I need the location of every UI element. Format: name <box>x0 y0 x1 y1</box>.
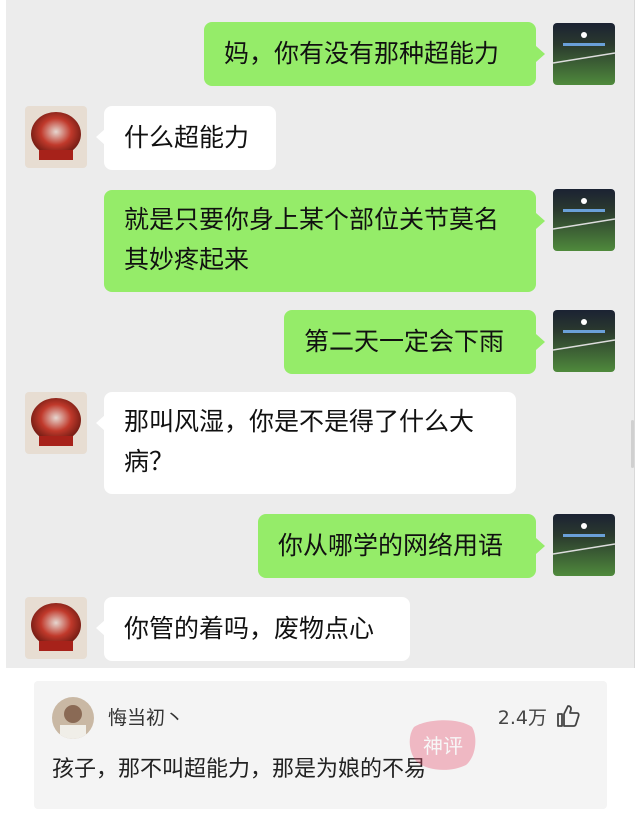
chat-bubble-received: 你管的着吗，废物点心 <box>104 597 410 661</box>
field-photo-icon <box>553 310 615 372</box>
message-text: 妈，你有没有那种超能力 <box>224 39 500 68</box>
comment-text: 孩子，那不叫超能力，那是为娘的不易 <box>52 757 427 782</box>
field-photo-icon <box>553 23 615 85</box>
watermark-text: 神评 <box>423 734 463 758</box>
like-count: 2.4万 <box>497 707 547 729</box>
chat-bubble-sent: 你从哪学的网络用语 <box>258 514 536 578</box>
comment-card: 悔当初丶 2.4万 孩子，那不叫超能力，那是为娘的不易 神评 <box>34 681 607 809</box>
chat-area: 妈，你有没有那种超能力 什么超能力 就是只要你身上某个部位关节莫名其妙疼起来 第… <box>6 0 635 668</box>
jar-photo-icon <box>25 106 87 168</box>
field-photo-icon <box>553 189 615 251</box>
field-photo-icon <box>553 514 615 576</box>
chat-bubble-sent: 就是只要你身上某个部位关节莫名其妙疼起来 <box>104 190 536 292</box>
avatar-other[interactable] <box>25 597 87 659</box>
message-text: 什么超能力 <box>124 123 250 152</box>
chat-bubble-sent: 第二天一定会下雨 <box>284 310 536 374</box>
avatar-other[interactable] <box>25 392 87 454</box>
watermark-stamp: 神评 <box>406 717 480 773</box>
bubble-tail <box>536 46 545 62</box>
avatar-self[interactable] <box>553 23 615 85</box>
commenter-name[interactable]: 悔当初丶 <box>108 703 184 730</box>
bubble-tail <box>536 538 545 554</box>
message-text: 那叫风湿，你是不是得了什么大病？ <box>124 407 475 476</box>
chat-bubble-received: 那叫风湿，你是不是得了什么大病？ <box>104 392 516 494</box>
chat-bubble-received: 什么超能力 <box>104 106 276 170</box>
person-photo-icon <box>52 697 94 739</box>
commenter-avatar[interactable] <box>52 697 94 739</box>
avatar-self[interactable] <box>553 514 615 576</box>
bubble-tail <box>536 213 545 229</box>
avatar-self[interactable] <box>553 189 615 251</box>
scrollbar[interactable] <box>631 420 634 468</box>
jar-photo-icon <box>25 392 87 454</box>
chat-bubble-sent: 妈，你有没有那种超能力 <box>204 22 536 86</box>
message-text: 就是只要你身上某个部位关节莫名其妙疼起来 <box>124 205 500 274</box>
jar-photo-icon <box>25 597 87 659</box>
bubble-tail <box>536 334 545 350</box>
avatar-self[interactable] <box>553 310 615 372</box>
message-text: 第二天一定会下雨 <box>304 327 505 356</box>
thumbs-up-icon[interactable] <box>555 703 581 729</box>
message-text: 你从哪学的网络用语 <box>278 531 504 560</box>
message-text: 你管的着吗，废物点心 <box>124 614 375 643</box>
avatar-other[interactable] <box>25 106 87 168</box>
